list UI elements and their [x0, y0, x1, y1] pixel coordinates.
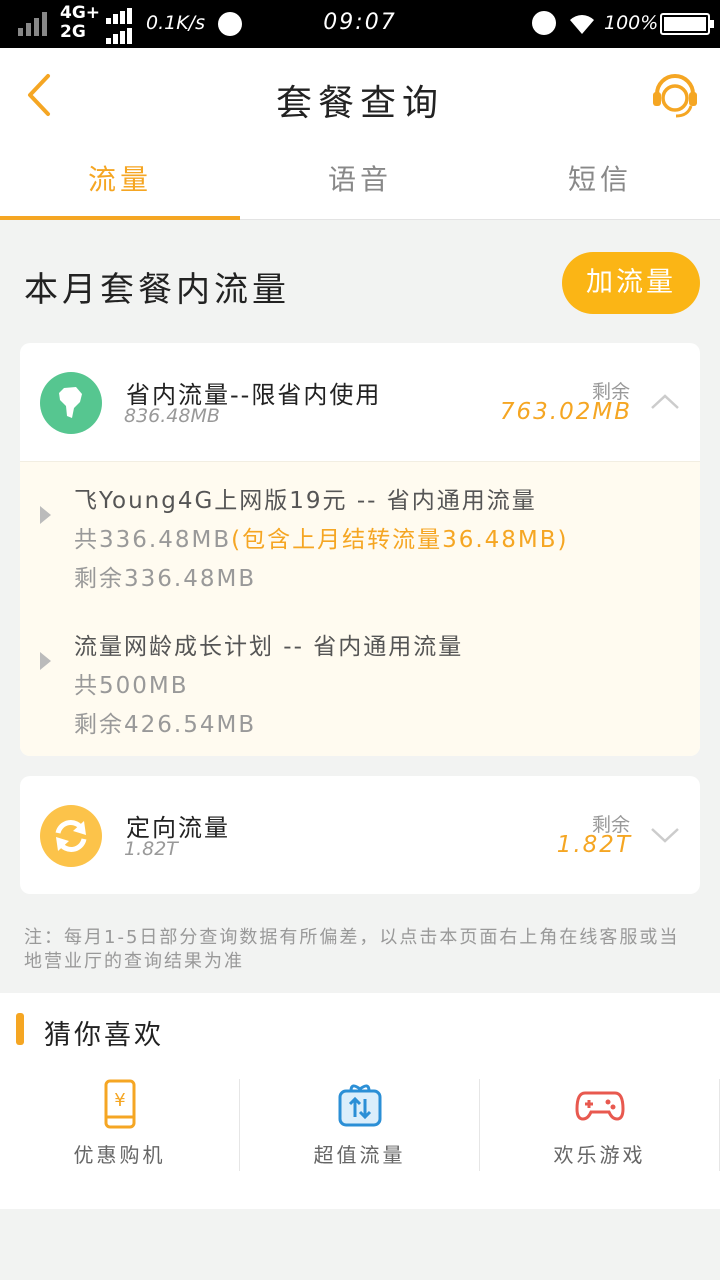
- triangle-right-icon: [40, 652, 51, 670]
- recommend-section: 猜你喜欢 ¥ 优惠购机 超值流量 欢乐游戏: [0, 993, 720, 1209]
- section-marker: [16, 1013, 24, 1045]
- chevron-up-icon[interactable]: [650, 387, 680, 417]
- gift-data-icon: [338, 1084, 381, 1127]
- triangle-right-icon: [40, 506, 51, 524]
- plan-remain: 剩余336.48MB: [74, 566, 257, 592]
- refresh-icon: [40, 805, 102, 867]
- map-icon: [40, 372, 102, 434]
- recommend-label: 优惠购机: [73, 1143, 166, 1167]
- battery-icon: [660, 13, 714, 35]
- plan-title: 流量网龄成长计划 -- 省内通用流量: [74, 634, 464, 660]
- add-data-button[interactable]: 加流量: [562, 252, 700, 314]
- tab-sms[interactable]: 短信: [480, 142, 720, 219]
- plan-total: 共336.48MB(包含上月结转流量36.48MB): [74, 527, 569, 553]
- gamepad-icon: [574, 1091, 625, 1121]
- tab-voice[interactable]: 语音: [240, 142, 480, 219]
- remain-value: 1.82T: [556, 832, 632, 858]
- recommend-item-game[interactable]: 欢乐游戏: [480, 1079, 720, 1171]
- recommend-item-phone[interactable]: ¥ 优惠购机: [0, 1079, 240, 1171]
- recommend-list: ¥ 优惠购机 超值流量 欢乐游戏: [0, 1079, 720, 1171]
- plan-remain: 剩余426.54MB: [74, 712, 257, 738]
- carry-over-note: (包含上月结转流量36.48MB): [231, 527, 569, 553]
- battery-percent: 100%: [604, 12, 659, 34]
- card-details: 飞Young4G上网版19元 -- 省内通用流量 共336.48MB(包含上月结…: [20, 461, 700, 756]
- alarm-icon: [532, 11, 556, 35]
- list-item: 流量网龄成长计划 -- 省内通用流量 共500MB 剩余426.54MB: [20, 628, 700, 756]
- status-bar: 4G+ 2G 0.1K/s 09:07 100%: [0, 0, 720, 48]
- disclaimer-note: 注：每月1-5日部分查询数据有所偏差，以点击本页面右上角在线客服或当地营业厅的查…: [24, 927, 680, 972]
- phone-yuan-icon: ¥: [104, 1079, 135, 1129]
- tab-data[interactable]: 流量: [0, 142, 240, 220]
- list-item: 飞Young4G上网版19元 -- 省内通用流量 共336.48MB(包含上月结…: [20, 482, 700, 628]
- chevron-down-icon[interactable]: [650, 820, 680, 850]
- customer-service-icon[interactable]: [650, 68, 700, 120]
- recommend-item-data[interactable]: 超值流量: [240, 1079, 480, 1171]
- plan-title: 飞Young4G上网版19元 -- 省内通用流量: [74, 488, 537, 514]
- card-total: 836.48MB: [124, 405, 220, 427]
- recommend-title: 猜你喜欢: [44, 1020, 164, 1051]
- card-total: 1.82T: [124, 838, 178, 860]
- section-title: 本月套餐内流量: [24, 270, 290, 310]
- tab-bar: 流量 语音 短信: [0, 142, 720, 220]
- page-title: 套餐查询: [275, 83, 444, 124]
- app-header: 套餐查询: [0, 48, 720, 142]
- wifi-icon: [570, 15, 594, 34]
- recommend-label: 超值流量: [313, 1143, 406, 1167]
- remain-value: 763.02MB: [499, 399, 632, 425]
- recommend-label: 欢乐游戏: [553, 1143, 646, 1167]
- card-header[interactable]: 省内流量--限省内使用 836.48MB 剩余 763.02MB: [20, 343, 700, 461]
- plan-total: 共500MB: [74, 673, 189, 699]
- svg-text:¥: ¥: [114, 1090, 125, 1111]
- directed-data-card: 定向流量 1.82T 剩余 1.82T: [20, 776, 700, 894]
- provincial-data-card: 省内流量--限省内使用 836.48MB 剩余 763.02MB 飞Young4…: [20, 343, 700, 756]
- card-header[interactable]: 定向流量 1.82T 剩余 1.82T: [20, 776, 700, 894]
